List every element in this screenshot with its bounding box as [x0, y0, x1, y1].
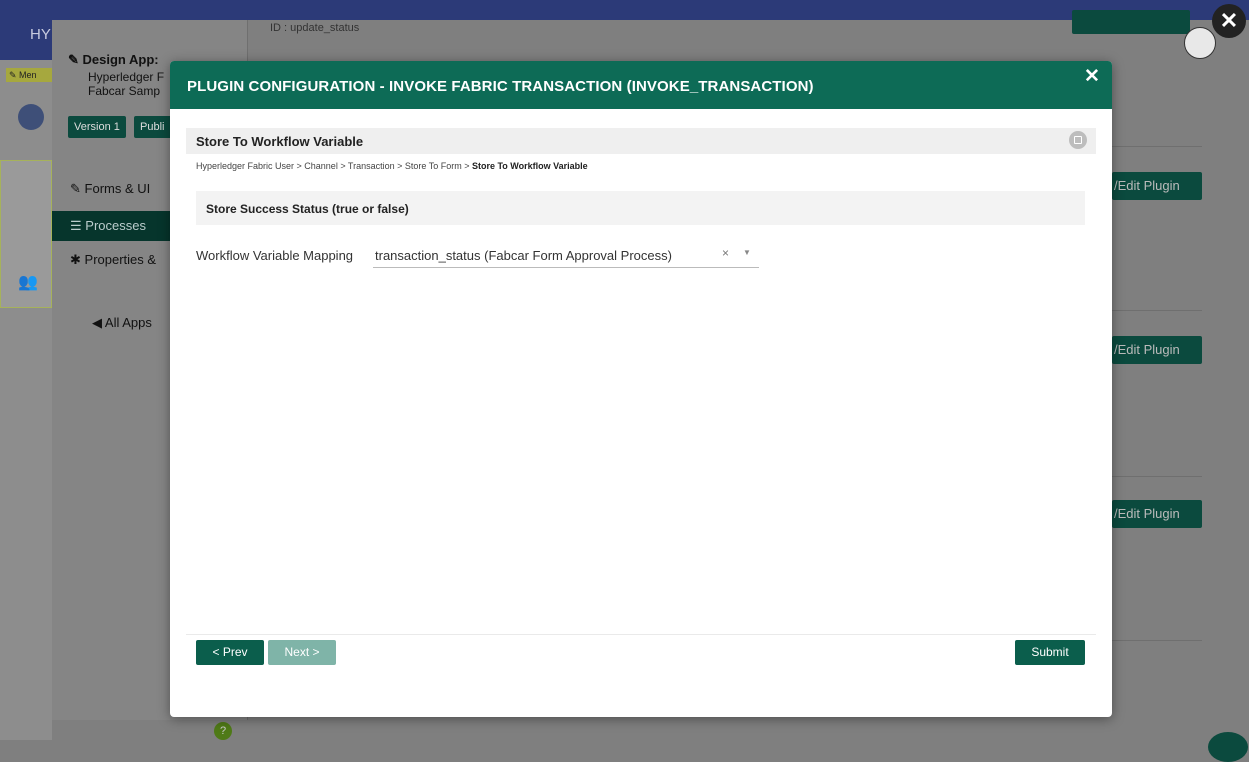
design-app-name: Hyperledger F Fabcar Samp	[88, 70, 164, 98]
divider	[1112, 310, 1202, 311]
design-app-title: ✎ Design App:	[68, 52, 159, 67]
version-button[interactable]: Version 1	[68, 116, 126, 138]
publish-button[interactable]: Publi	[134, 116, 174, 138]
chevron-down-icon[interactable]: ▼	[743, 248, 751, 257]
prev-button[interactable]: < Prev	[196, 640, 264, 665]
modal-title: PLUGIN CONFIGURATION - INVOKE FABRIC TRA…	[187, 78, 814, 95]
divider	[1112, 146, 1202, 147]
process-id-text: ID : update_status	[270, 22, 360, 34]
edit-plugin-button-1[interactable]: /Edit Plugin	[1112, 172, 1202, 200]
design-app-line2: Fabcar Samp	[88, 84, 161, 98]
select-value: transaction_status (Fabcar Form Approval…	[375, 248, 672, 263]
nav-forms[interactable]: ✎ Forms & UI	[52, 174, 170, 204]
add-edit-plugin-button-top[interactable]	[1072, 10, 1190, 34]
clear-icon[interactable]: ×	[722, 246, 729, 260]
edit-plugin-button-2[interactable]: /Edit Plugin	[1112, 336, 1202, 364]
footer-divider	[186, 634, 1096, 635]
menu-tag[interactable]: ✎ Men	[6, 68, 56, 82]
subsection-title: Store Success Status (true or false)	[206, 202, 409, 216]
workflow-variable-select[interactable]: transaction_status (Fabcar Form Approval…	[373, 241, 759, 268]
divider	[1112, 476, 1202, 477]
next-button[interactable]: Next >	[268, 640, 336, 665]
nav-forms-label: Forms & UI	[84, 181, 151, 196]
nav-properties[interactable]: ✱ Properties &	[52, 245, 170, 275]
breadcrumb: Hyperledger Fabric User > Channel > Tran…	[196, 161, 588, 171]
close-icon[interactable]: ✕	[1084, 65, 1100, 88]
user-avatar[interactable]	[1184, 27, 1216, 59]
subsection-header: Store Success Status (true or false)	[196, 191, 1085, 225]
nav-properties-label: Properties &	[84, 252, 157, 267]
app-logo	[18, 104, 44, 130]
nav-processes-label: Processes	[85, 218, 146, 233]
edit-icon: ✎	[70, 181, 81, 196]
design-app-title-text: Design App:	[82, 52, 159, 67]
breadcrumb-path: Hyperledger Fabric User > Channel > Tran…	[196, 161, 472, 171]
design-app-line1: Hyperledger F	[88, 70, 165, 84]
edit-plugin-button-3[interactable]: /Edit Plugin	[1112, 500, 1202, 528]
menu-tag-label: Men	[19, 70, 37, 80]
gear-icon: ✱	[70, 252, 81, 267]
modal-header: PLUGIN CONFIGURATION - INVOKE FABRIC TRA…	[170, 61, 1112, 109]
workflow-variable-label: Workflow Variable Mapping	[196, 248, 354, 263]
fullscreen-icon[interactable]	[1069, 131, 1087, 149]
help-icon[interactable]: ?	[214, 722, 232, 740]
plugin-config-modal: PLUGIN CONFIGURATION - INVOKE FABRIC TRA…	[170, 61, 1112, 717]
back-arrow-icon: ◀	[92, 315, 102, 330]
breadcrumb-current: Store To Workflow Variable	[471, 161, 588, 171]
users-icon[interactable]: 👥	[18, 272, 38, 292]
all-apps-label: All Apps	[104, 315, 152, 330]
divider	[1112, 640, 1202, 641]
all-apps-link[interactable]: ◀ All Apps	[92, 315, 152, 331]
submit-button[interactable]: Submit	[1015, 640, 1085, 665]
section-title: Store To Workflow Variable	[196, 134, 364, 149]
nav-processes[interactable]: ☰ Processes	[52, 211, 170, 241]
section-header: Store To Workflow Variable	[186, 128, 1096, 154]
chat-button[interactable]	[1208, 732, 1248, 762]
list-icon: ☰	[70, 218, 82, 233]
close-overlay-icon[interactable]: ✕	[1212, 4, 1246, 38]
